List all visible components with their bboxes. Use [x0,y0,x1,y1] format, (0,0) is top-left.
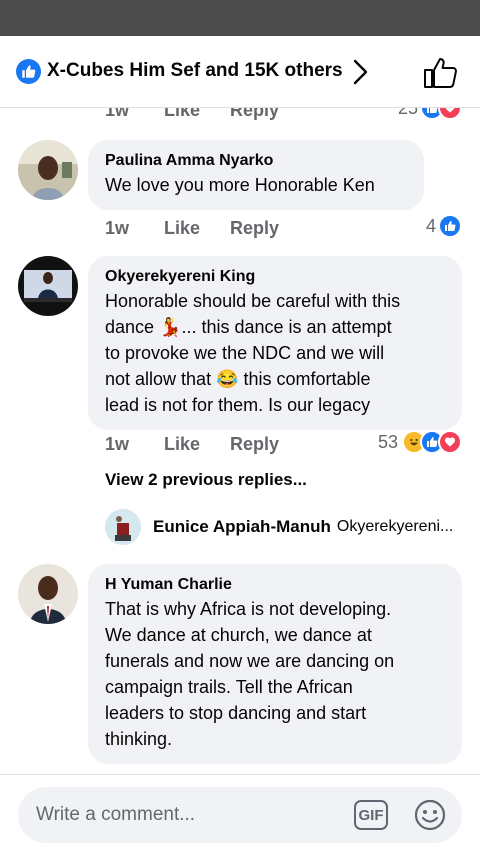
like-reaction-icon [438,214,462,238]
comment-author[interactable]: Paulina Amma Nyarko [105,150,407,172]
comment-text-line: Honorable should be careful with this [105,291,401,311]
comment-author[interactable]: Okyerekyereni King [105,266,445,288]
comment-time: 1w [105,218,130,238]
reply-link[interactable]: Reply [230,218,279,239]
comment-time: 1w [105,434,130,454]
comment-text-line: campaign trails. Tell the African [105,677,353,697]
reactions-summary-link[interactable]: X-Cubes Him Sef and 15K others [47,60,343,82]
comment-bubble: Okyerekyereni King Honorable should be c… [88,256,462,430]
emoji-icon[interactable] [414,799,446,836]
comment-bubble: Paulina Amma Nyarko We love you more Hon… [88,140,424,210]
comment-text-line: We dance at church, we dance at [105,625,372,645]
gif-button[interactable]: GIF [354,800,388,830]
comment-input[interactable]: Write a comment... GIF [18,787,462,843]
reply-text: Okyerekyereni... [336,518,454,535]
comment-text-line: not allow that 😂 this comfortable [105,369,371,389]
comment-text-line: dance 💃... this dance is an attempt [105,317,392,337]
comment-input-placeholder: Write a comment... [36,804,196,825]
comment-item: Okyerekyereni King Honorable should be c… [0,256,480,466]
reaction-count: 53 [377,431,398,452]
like-post-button[interactable] [422,56,458,95]
comment-text-line: to provoke we the NDC and we will [105,343,385,363]
comment-text-line: funerals and now we are dancing on [105,651,395,671]
reaction-count: 4 [425,215,436,236]
comment-author[interactable]: H Yuman Charlie [105,574,445,596]
love-reaction-icon [438,430,462,454]
reply-author[interactable]: Eunice Appiah-Manuh [153,517,331,537]
comment-text-line: lead is not for them. Is our legacy [105,395,371,415]
comment-bubble: H Yuman Charlie That is why Africa is no… [88,564,462,764]
sheet-header: X-Cubes Him Sef and 15K others [0,36,480,108]
avatar[interactable] [105,509,141,545]
view-previous-replies-link[interactable]: View 2 previous replies... [105,470,307,490]
reactions-comments-sheet: X-Cubes Him Sef and 15K others 1w Like R… [0,36,480,854]
reply-link[interactable]: Reply [230,434,279,455]
avatar[interactable] [18,256,78,316]
reply-preview[interactable]: Eunice Appiah-Manuh Okyerekyereni... [105,509,453,545]
like-link[interactable]: Like [164,434,200,455]
comment-text-line: thinking. [105,729,173,749]
comment-text-line: leaders to stop dancing and start [105,703,367,723]
status-bar [0,0,480,36]
chevron-right-icon[interactable] [350,58,372,91]
like-link[interactable]: Like [164,218,200,239]
comment-composer: Write a comment... GIF [0,774,480,854]
comment-item: Paulina Amma Nyarko We love you more Hon… [0,140,480,250]
comment-item: H Yuman Charlie That is why Africa is no… [0,564,480,774]
comment-text-line: That is why Africa is not developing. [105,599,392,619]
avatar[interactable] [18,564,78,624]
comment-text: We love you more Honorable Ken [105,175,375,195]
avatar[interactable] [18,140,78,200]
like-reaction-icon [16,59,41,84]
